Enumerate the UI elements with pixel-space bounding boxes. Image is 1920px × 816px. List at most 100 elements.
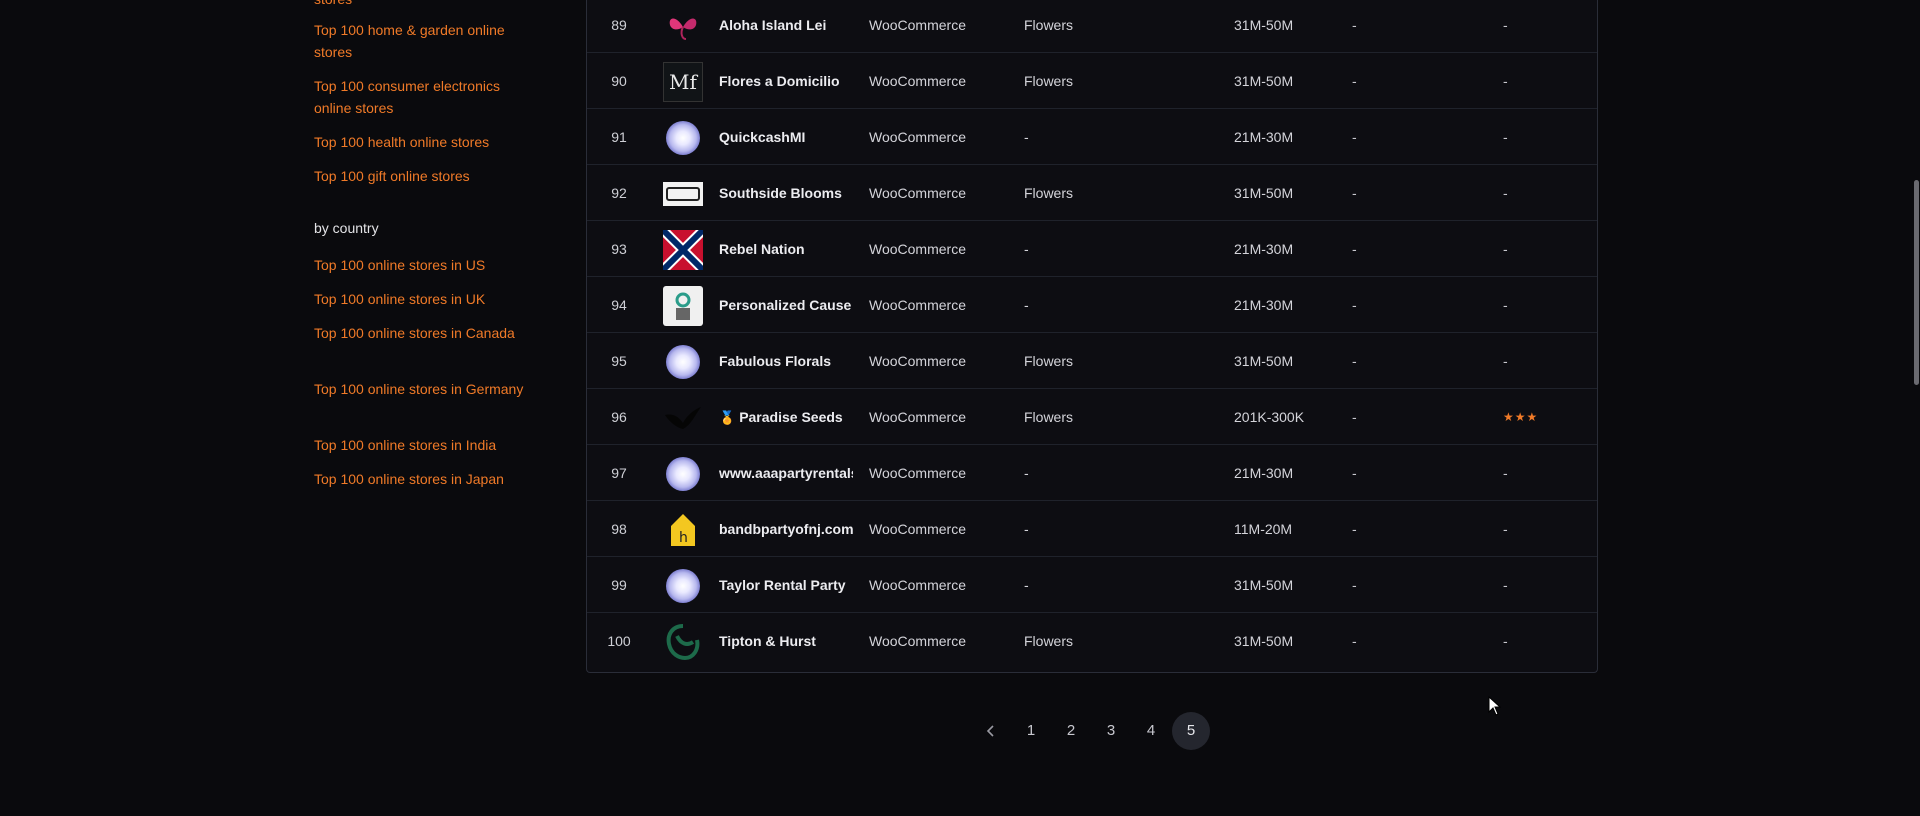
platform-cell: WooCommerce — [869, 17, 966, 33]
platform-cell: WooCommerce — [869, 129, 966, 145]
rank-cell: 99 — [611, 577, 627, 593]
platform-cell: WooCommerce — [869, 241, 966, 257]
table-row[interactable]: 89 Aloha Island Lei WooCommerce Flowers 31M-… — [587, 0, 1597, 53]
rank-cell: 97 — [611, 465, 627, 481]
flower-logo[interactable] — [663, 6, 703, 46]
sidebar-link-germany[interactable]: Top 100 online stores in Germany — [314, 378, 526, 400]
chevron-left-icon[interactable] — [972, 712, 1010, 750]
sidebar-link-japan[interactable]: Top 100 online stores in Japan — [314, 468, 526, 490]
store-name-link[interactable]: www.aaapartyrentals — [719, 446, 853, 501]
traffic-cell: 21M-30M — [1234, 297, 1294, 313]
store-name: Tipton & Hurst — [719, 633, 816, 649]
store-name-link[interactable]: 🏅 Paradise Seeds — [719, 390, 853, 445]
globe-logo[interactable] — [663, 566, 703, 606]
store-name-link[interactable]: bandbpartyofnj.com — [719, 502, 853, 557]
page-5-button[interactable]: 5 — [1172, 712, 1210, 750]
platform-cell: WooCommerce — [869, 73, 966, 89]
sidebar-link-us[interactable]: Top 100 online stores in US — [314, 254, 526, 276]
platform-cell: WooCommerce — [869, 353, 966, 369]
store-name-link[interactable]: Aloha Island Lei — [719, 0, 853, 53]
category-cell: - — [1024, 521, 1029, 537]
rank-cell: 94 — [611, 297, 627, 313]
table-row[interactable]: 95 Fabulous Florals WooCommerce Flowers 31M-… — [587, 334, 1597, 389]
page-4-button[interactable]: 4 — [1132, 712, 1170, 750]
store-name-link[interactable]: Taylor Rental Party — [719, 558, 853, 613]
store-name-link[interactable]: Fabulous Florals — [719, 334, 853, 389]
table-row[interactable]: 92 Southside Blooms WooCommerce Flowers 31M-… — [587, 166, 1597, 221]
flag-logo[interactable] — [663, 230, 703, 270]
growth-cell: - — [1352, 633, 1357, 649]
globe-logo[interactable] — [663, 342, 703, 382]
growth-cell: - — [1352, 465, 1357, 481]
table-row[interactable]: 96 🏅 Paradise Seeds WooCommerce Flowers 201K-… — [587, 390, 1597, 445]
growth-cell: - — [1352, 241, 1357, 257]
table-row[interactable]: 100 Tipton & Hurst WooCommerce Flowers 31M-5… — [587, 614, 1597, 669]
table-row[interactable]: 97 www.aaapartyrentals WooCommerce - 21M-30M… — [587, 446, 1597, 501]
table-row[interactable]: 91 QuickcashMI WooCommerce - 21M-30M - - — [587, 110, 1597, 165]
rating-cell: - — [1503, 633, 1508, 649]
stores-table: 89 Aloha Island Lei WooCommerce Flowers 31M-… — [586, 0, 1598, 673]
sidebar-link-uk[interactable]: Top 100 online stores in UK — [314, 288, 526, 310]
table-row[interactable]: 94 Personalized Cause WooCommerce - 21M-30M -… — [587, 278, 1597, 333]
table-row[interactable]: 93 Rebel Nation WooCommerce - 21M-30M - - — [587, 222, 1597, 277]
globe-logo[interactable] — [663, 454, 703, 494]
page-1-button[interactable]: 1 — [1012, 712, 1050, 750]
store-name-link[interactable]: Rebel Nation — [719, 222, 853, 277]
traffic-cell: 21M-30M — [1234, 129, 1294, 145]
store-name-link[interactable]: Personalized Cause — [719, 278, 853, 333]
category-cell: Flowers — [1024, 73, 1074, 89]
sidebar-link-gift[interactable]: Top 100 gift online stores — [314, 165, 526, 187]
rank-cell: 90 — [611, 73, 627, 89]
scrollbar[interactable] — [1912, 0, 1920, 816]
bird-logo[interactable] — [663, 398, 703, 438]
rank-cell: 96 — [611, 409, 627, 425]
growth-cell: - — [1352, 73, 1357, 89]
mf-logo[interactable]: Mf — [663, 62, 703, 102]
platform-cell: WooCommerce — [869, 521, 966, 537]
category-cell: - — [1024, 577, 1029, 593]
traffic-cell: 201K-300K — [1234, 409, 1305, 425]
rank-cell: 95 — [611, 353, 627, 369]
traffic-cell: 31M-50M — [1234, 577, 1294, 593]
rating-cell: - — [1503, 129, 1508, 145]
store-name-link[interactable]: QuickcashMI — [719, 110, 853, 165]
rating-cell: - — [1503, 17, 1508, 33]
tipton-logo[interactable] — [663, 622, 703, 662]
table-row[interactable]: 99 Taylor Rental Party WooCommerce - 31M-50M… — [587, 558, 1597, 613]
platform-cell: WooCommerce — [869, 465, 966, 481]
rating-cell: ★★★ — [1503, 410, 1539, 424]
sidebar-link-home-garden[interactable]: Top 100 home & garden online stores — [314, 19, 526, 63]
rank-cell: 98 — [611, 521, 627, 537]
house-logo[interactable]: h — [663, 510, 703, 550]
page-3-button[interactable]: 3 — [1092, 712, 1130, 750]
store-name-link[interactable]: Tipton & Hurst — [719, 614, 853, 669]
category-cell: Flowers — [1024, 17, 1074, 33]
growth-cell: - — [1352, 521, 1357, 537]
sidebar-link-canada[interactable]: Top 100 online stores in Canada — [314, 322, 526, 344]
rank-cell: 93 — [611, 241, 627, 257]
sidebar-link-india[interactable]: Top 100 online stores in India — [314, 434, 526, 456]
store-name-link[interactable]: Southside Blooms — [719, 166, 853, 221]
sidebar-link-cut[interactable]: stores — [314, 0, 526, 10]
growth-cell: - — [1352, 129, 1357, 145]
sidebar-link-health[interactable]: Top 100 health online stores — [314, 131, 526, 153]
store-name: QuickcashMI — [719, 129, 806, 145]
rank-cell: 91 — [611, 129, 627, 145]
cause-logo[interactable] — [663, 286, 703, 326]
southside-logo[interactable] — [663, 174, 703, 214]
platform-cell: WooCommerce — [869, 577, 966, 593]
globe-logo[interactable] — [663, 118, 703, 158]
table-row[interactable]: 98 h bandbpartyofnj.com WooCommerce - 11M-20M… — [587, 502, 1597, 557]
store-name-link[interactable]: Flores a Domicilio — [719, 54, 853, 109]
scrollbar-thumb[interactable] — [1914, 180, 1919, 385]
rank-cell: 89 — [611, 17, 627, 33]
growth-cell: - — [1352, 17, 1357, 33]
store-name: Paradise Seeds — [739, 409, 843, 425]
growth-cell: - — [1352, 353, 1357, 369]
page-2-button[interactable]: 2 — [1052, 712, 1090, 750]
traffic-cell: 31M-50M — [1234, 73, 1294, 89]
sidebar-link-consumer-electronics[interactable]: Top 100 consumer electronics online stor… — [314, 75, 526, 119]
rating-cell: - — [1503, 465, 1508, 481]
traffic-cell: 31M-50M — [1234, 17, 1294, 33]
table-row[interactable]: 90 Mf Flores a Domicilio WooCommerce Flowers… — [587, 54, 1597, 109]
